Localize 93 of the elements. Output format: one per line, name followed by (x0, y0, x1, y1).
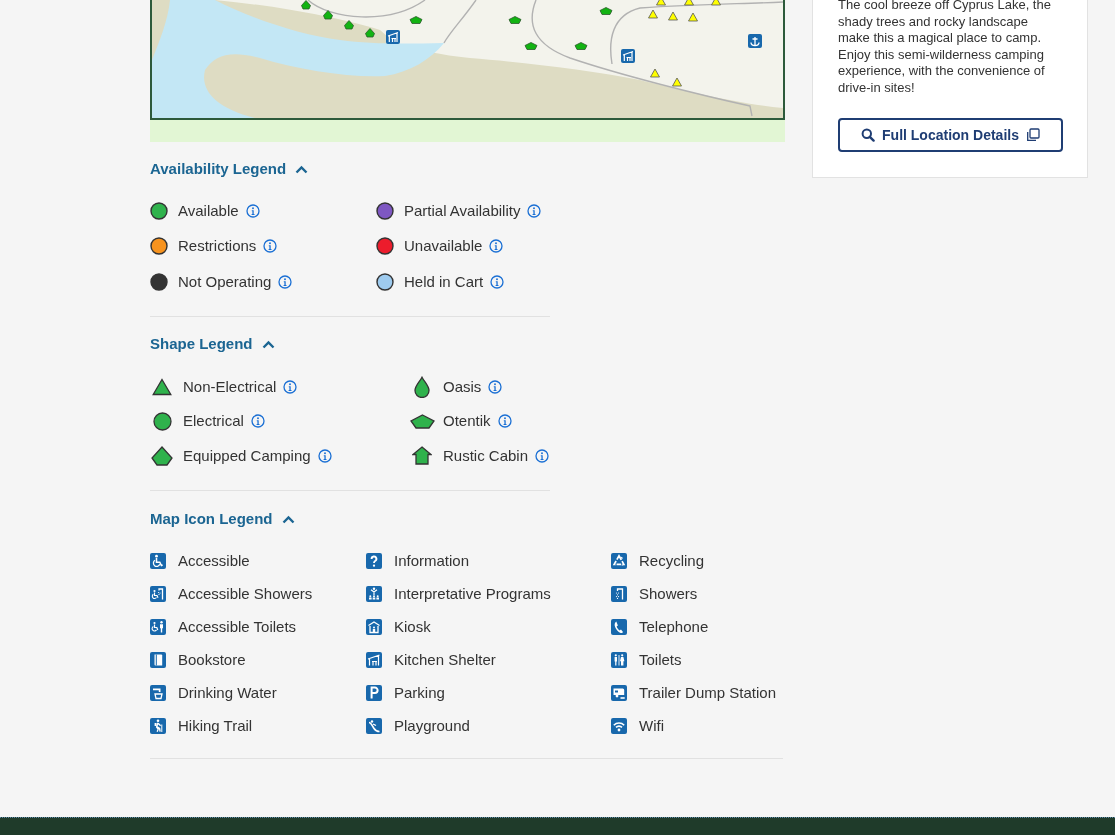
shelter-icon (621, 49, 635, 63)
legend-label: Rustic Cabin (443, 445, 529, 466)
legend-label: Otentik (443, 411, 491, 432)
legend-label: Restrictions (178, 236, 257, 257)
legend-label: Kitchen Shelter (394, 649, 496, 670)
telephone-icon (611, 618, 627, 635)
legend-label: Held in Cart (404, 271, 484, 292)
trailer-icon (611, 684, 627, 701)
legend-label: Partial Availability (404, 200, 521, 221)
book-icon (150, 651, 166, 668)
legend-label: Telephone (639, 616, 709, 637)
shelter-icon (366, 651, 382, 668)
campsite-marker-icon[interactable] (344, 20, 354, 30)
info-icon[interactable] (263, 239, 278, 254)
wide-pentagon-icon (409, 413, 435, 429)
info-icon[interactable] (283, 379, 298, 394)
legend-label: Showers (639, 583, 698, 604)
legend-label: Not Operating (178, 271, 272, 292)
campsite-marker-icon[interactable] (672, 77, 682, 87)
campsite-marker-icon[interactable] (409, 16, 423, 24)
overlapping-squares-icon (1025, 128, 1040, 142)
info-icon[interactable] (535, 448, 550, 463)
recycling-icon (611, 552, 627, 569)
legend-label: Wifi (639, 715, 664, 736)
wheelchair-icon (150, 552, 166, 569)
legend-label: Playground (394, 715, 470, 736)
campsite-marker-icon[interactable] (650, 68, 660, 78)
legend-label: Non-Electrical (183, 376, 277, 397)
campsite-marker-icon[interactable] (684, 0, 694, 6)
info-icon[interactable] (489, 239, 504, 254)
info-icon[interactable] (488, 379, 503, 394)
house-icon (412, 446, 432, 466)
legend-label: Drinking Water (178, 682, 277, 703)
legend-toggle[interactable]: Map Icon Legend (150, 509, 295, 529)
legend-label: Hiking Trail (178, 715, 253, 736)
legend-label: Oasis (443, 376, 482, 397)
shelter-icon (386, 30, 400, 44)
info-icon[interactable] (497, 414, 512, 429)
campsite-marker-icon[interactable] (648, 9, 658, 19)
campsite-marker-icon[interactable] (656, 0, 666, 6)
building-icon (366, 618, 382, 635)
circle-icon (152, 411, 172, 431)
legend-label: Accessible (178, 550, 250, 571)
info-icon[interactable] (317, 448, 332, 463)
legend-label: Accessible Showers (178, 583, 313, 604)
campsite-marker-icon[interactable] (574, 42, 588, 50)
legend-label: Available (178, 200, 239, 221)
campsite-marker-icon[interactable] (524, 42, 538, 50)
shower-icon (611, 585, 627, 602)
campsite-marker-icon[interactable] (365, 28, 375, 38)
slide-icon (366, 717, 382, 734)
location-details-button[interactable]: Full Location Details (838, 118, 1063, 152)
legend-label: Kiosk (394, 616, 431, 637)
legend-label: Toilets (639, 649, 682, 670)
question-mark-icon (366, 552, 382, 569)
info-icon[interactable] (250, 414, 265, 429)
location-description: The cool breeze off Cyprus Lake, the shady trees and rocky landscape make this a magical place to camp. Enjoy this semi-wilderness camping experience, with the convenience of drive-in sites! (838, 0, 1052, 96)
legend-label: Electrical (183, 411, 244, 432)
hiker-icon (150, 717, 166, 734)
campsite-marker-icon[interactable] (323, 10, 333, 20)
accessible-shower-icon (150, 585, 166, 602)
legend-label: Unavailable (404, 236, 483, 257)
anchor-icon (748, 34, 762, 48)
legend-label: Bookstore (178, 649, 246, 670)
search-icon (861, 128, 876, 142)
campsite-marker-icon[interactable] (599, 7, 613, 15)
info-icon[interactable] (278, 274, 293, 289)
legend-label: Trailer Dump Station (639, 682, 776, 703)
legend-label: Accessible Toilets (178, 616, 297, 637)
accessible-toilet-icon (150, 618, 166, 635)
restroom-icon (611, 651, 627, 668)
info-icon[interactable] (490, 274, 505, 289)
pentagon-icon (151, 445, 173, 466)
info-icon[interactable] (527, 203, 542, 218)
triangle-icon (152, 377, 172, 396)
legend-label: Equipped Camping (183, 445, 311, 466)
campsite-marker-icon[interactable] (711, 0, 721, 6)
legend-toggle[interactable]: Availability Legend (150, 159, 309, 179)
legend-label: Parking (394, 682, 445, 703)
faucet-icon (150, 684, 166, 701)
legend-label: Interpretative Programs (394, 583, 551, 604)
campsite-marker-icon[interactable] (688, 12, 698, 22)
campsite-marker-icon[interactable] (301, 0, 311, 10)
campsite-marker-icon[interactable] (668, 11, 678, 21)
drop-icon (413, 375, 431, 398)
legend-label: Information (394, 550, 470, 571)
campsite-marker-icon[interactable] (508, 16, 522, 24)
wifi-icon (611, 717, 627, 734)
legend-label: Recycling (639, 550, 705, 571)
info-icon[interactable] (245, 203, 260, 218)
presenter-icon (366, 585, 382, 602)
legend-toggle[interactable]: Shape Legend (150, 334, 275, 355)
parking-icon (366, 684, 382, 701)
